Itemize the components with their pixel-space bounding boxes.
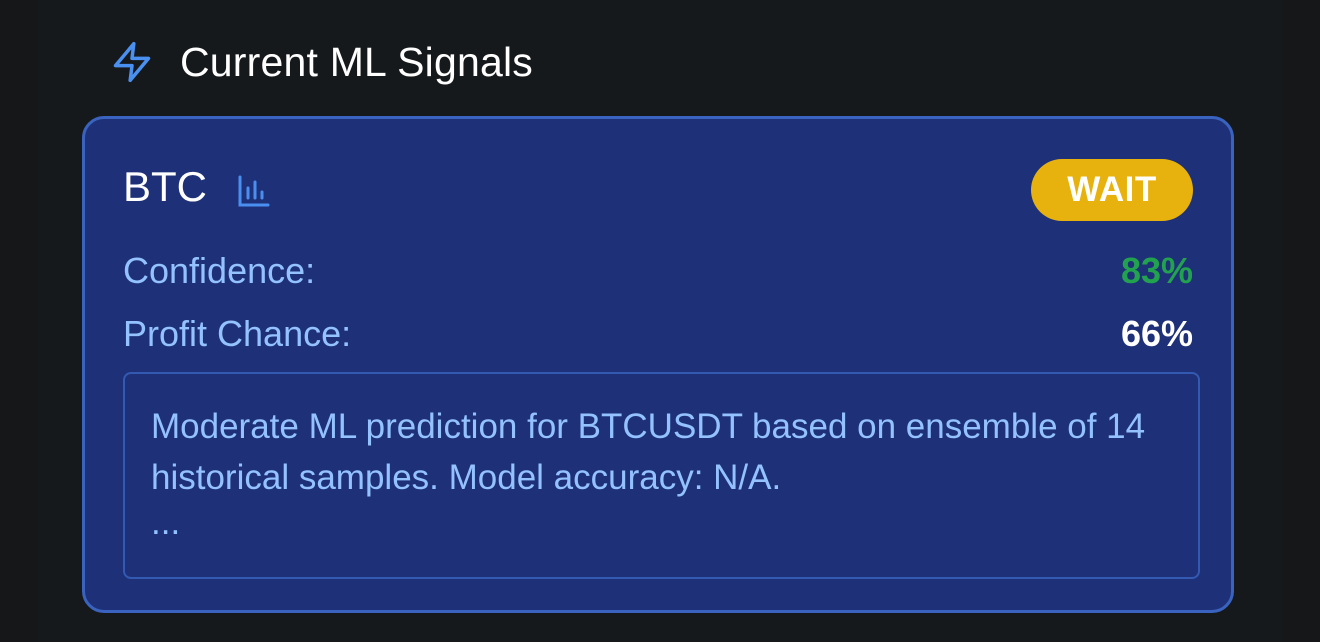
symbol-label: BTC	[123, 163, 207, 210]
section-title: Current ML Signals	[180, 38, 534, 85]
confidence-label: Confidence:	[123, 250, 316, 291]
confidence-row: Confidence: 83%	[123, 248, 1193, 294]
prediction-description: Moderate ML prediction for BTCUSDT based…	[123, 372, 1200, 579]
bar-chart-icon[interactable]	[237, 174, 271, 208]
action-badge: WAIT	[1031, 159, 1193, 221]
description-ellipsis[interactable]: ...	[151, 497, 1172, 548]
profit-chance-label: Profit Chance:	[123, 313, 352, 354]
confidence-value: 83%	[1120, 250, 1193, 291]
lightning-bolt-icon	[110, 38, 154, 86]
profit-chance-value: 66%	[1120, 313, 1193, 354]
signal-card[interactable]: BTC WAIT Confidence: 83% Profit Chance: …	[82, 116, 1234, 613]
profit-chance-row: Profit Chance: 66%	[123, 311, 1193, 357]
description-text: Moderate ML prediction for BTCUSDT based…	[151, 407, 1146, 497]
section-header: Current ML Signals	[110, 36, 533, 88]
